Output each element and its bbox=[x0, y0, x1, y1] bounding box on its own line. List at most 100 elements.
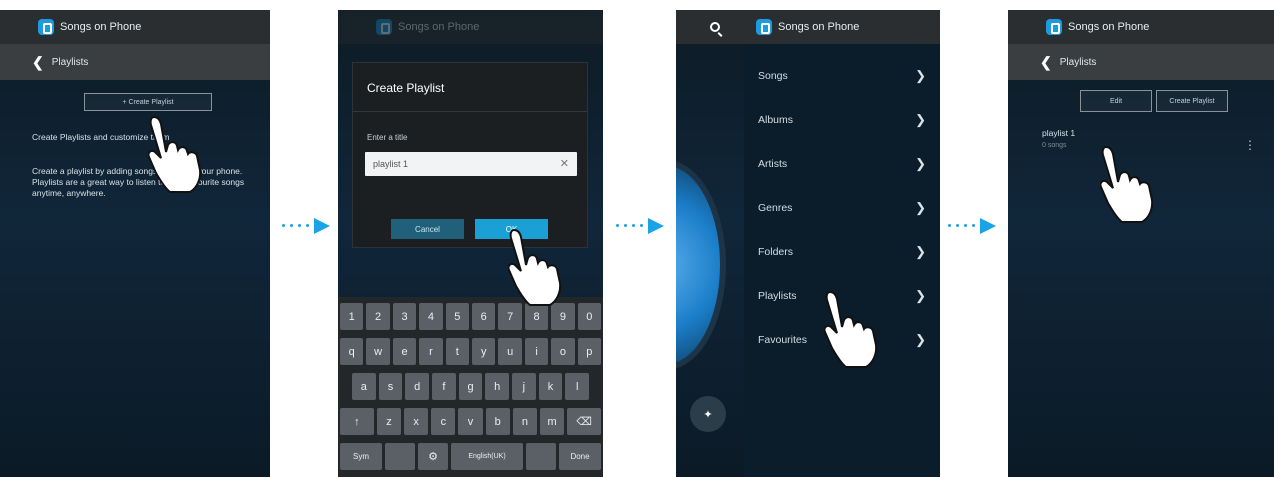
settings-key[interactable]: ⚙ bbox=[418, 443, 448, 470]
key[interactable]: 0 bbox=[577, 303, 602, 330]
menu-item-genres[interactable]: Genres ❯ bbox=[744, 186, 940, 230]
key[interactable]: 3 bbox=[392, 303, 417, 330]
step-arrow-icon bbox=[282, 218, 332, 234]
menu-item-folders[interactable]: Folders ❯ bbox=[744, 230, 940, 274]
app-header: Songs on Phone bbox=[676, 10, 940, 44]
chevron-right-icon: ❯ bbox=[915, 244, 926, 259]
soft-keyboard: 1 2 3 4 5 6 7 8 9 0 q w e r t y u i o p … bbox=[338, 297, 603, 477]
sym-key[interactable]: Sym bbox=[340, 443, 382, 470]
key[interactable]: 6 bbox=[472, 303, 496, 330]
menu-item-albums[interactable]: Albums ❯ bbox=[744, 98, 940, 142]
key[interactable]: n bbox=[512, 408, 537, 435]
playlist-name: playlist 1 bbox=[1042, 128, 1076, 138]
music-app-icon bbox=[756, 19, 772, 35]
back-label[interactable]: Playlists bbox=[1060, 57, 1097, 68]
music-app-icon bbox=[38, 19, 54, 35]
key[interactable]: 1 bbox=[340, 303, 364, 330]
key[interactable]: 5 bbox=[445, 303, 470, 330]
key[interactable]: v bbox=[458, 408, 483, 435]
back-bar[interactable]: ❮ Playlists bbox=[0, 44, 270, 80]
key[interactable]: u bbox=[498, 338, 522, 365]
app-title: Songs on Phone bbox=[398, 21, 480, 33]
cancel-button[interactable]: Cancel bbox=[391, 219, 464, 239]
key[interactable]: x bbox=[404, 408, 429, 435]
key[interactable]: 4 bbox=[419, 303, 443, 330]
chevron-right-icon: ❯ bbox=[915, 112, 926, 127]
key[interactable]: y bbox=[472, 338, 496, 365]
key[interactable]: i bbox=[524, 338, 549, 365]
key[interactable]: k bbox=[538, 373, 563, 400]
step-arrow-icon bbox=[948, 218, 998, 234]
more-options-icon[interactable]: ⋮ bbox=[1244, 138, 1256, 152]
empty-heading: Create Playlists and customize them bbox=[32, 132, 170, 142]
screen-playlist-list: Songs on Phone ❮ Playlists Edit Create P… bbox=[1008, 10, 1274, 477]
divider bbox=[353, 111, 587, 112]
album-disc bbox=[676, 160, 726, 370]
key[interactable]: e bbox=[392, 338, 417, 365]
menu-item-artists[interactable]: Artists ❯ bbox=[744, 142, 940, 186]
chevron-left-icon[interactable]: ❮ bbox=[32, 54, 44, 71]
title-input-value[interactable]: playlist 1 bbox=[373, 159, 408, 169]
chevron-right-icon: ❯ bbox=[915, 332, 926, 347]
dialog-title: Create Playlist bbox=[367, 81, 445, 95]
create-playlist-dialog: Create Playlist Enter a title playlist 1… bbox=[352, 62, 588, 248]
app-title: Songs on Phone bbox=[778, 21, 860, 33]
key[interactable]: d bbox=[405, 373, 430, 400]
key[interactable]: h bbox=[485, 373, 510, 400]
chevron-left-icon[interactable]: ❮ bbox=[1040, 54, 1052, 71]
key[interactable]: q bbox=[340, 338, 364, 365]
menu-item-label: Playlists bbox=[758, 290, 797, 302]
key[interactable]: c bbox=[431, 408, 456, 435]
chevron-right-icon: ❯ bbox=[915, 200, 926, 215]
tap-hand-icon bbox=[508, 228, 562, 306]
key[interactable]: a bbox=[352, 373, 376, 400]
tap-hand-icon bbox=[1100, 145, 1154, 223]
key[interactable]: o bbox=[551, 338, 575, 365]
shuffle-icon[interactable]: ✦ bbox=[690, 396, 726, 432]
key[interactable]: 2 bbox=[366, 303, 390, 330]
key[interactable]: s bbox=[378, 373, 403, 400]
menu-item-songs[interactable]: Songs ❯ bbox=[744, 54, 940, 98]
playlist-meta: 0 songs bbox=[1042, 142, 1067, 149]
back-bar[interactable]: ❮ Playlists bbox=[1008, 44, 1274, 80]
menu-item-label: Favourites bbox=[758, 334, 808, 346]
key[interactable]: z bbox=[376, 408, 402, 435]
key[interactable]: l bbox=[565, 373, 590, 400]
library-menu: Songs ❯ Albums ❯ Artists ❯ Genres ❯ Folders ❯… bbox=[744, 44, 940, 477]
search-icon[interactable] bbox=[710, 22, 720, 32]
done-key[interactable]: Done bbox=[559, 443, 601, 470]
key[interactable]: b bbox=[485, 408, 510, 435]
music-app-icon bbox=[376, 19, 392, 35]
back-label[interactable]: Playlists bbox=[52, 57, 89, 68]
key[interactable]: t bbox=[445, 338, 470, 365]
title-label: Enter a title bbox=[367, 133, 408, 142]
menu-item-label: Artists bbox=[758, 158, 788, 170]
key[interactable]: w bbox=[366, 338, 390, 365]
key[interactable] bbox=[385, 443, 415, 470]
key[interactable]: r bbox=[419, 338, 443, 365]
clear-icon[interactable]: ✕ bbox=[560, 157, 569, 170]
create-playlist-button[interactable]: + Create Playlist bbox=[84, 93, 212, 111]
title-input[interactable]: playlist 1 ✕ bbox=[365, 152, 577, 176]
space-key[interactable]: English(UK) bbox=[451, 443, 523, 470]
menu-item-label: Folders bbox=[758, 246, 794, 258]
key[interactable]: f bbox=[432, 373, 456, 400]
app-header: Songs on Phone bbox=[338, 10, 603, 44]
key[interactable]: m bbox=[539, 408, 565, 435]
menu-item-label: Songs bbox=[758, 70, 788, 82]
create-playlist-button[interactable]: Create Playlist bbox=[1156, 90, 1228, 112]
app-title: Songs on Phone bbox=[1068, 21, 1150, 33]
screen-create-dialog: Songs on Phone Create Playlist Enter a t… bbox=[338, 10, 603, 477]
backspace-key[interactable]: ⌫ bbox=[567, 408, 602, 435]
screen-empty-playlists: Songs on Phone ❮ Playlists + Create Play… bbox=[0, 10, 270, 477]
menu-item-label: Genres bbox=[758, 202, 793, 214]
edit-button[interactable]: Edit bbox=[1080, 90, 1152, 112]
key[interactable] bbox=[526, 443, 556, 470]
shift-key[interactable]: ↑ bbox=[340, 408, 374, 435]
key[interactable]: j bbox=[512, 373, 536, 400]
app-title: Songs on Phone bbox=[60, 21, 142, 33]
key[interactable]: g bbox=[458, 373, 483, 400]
key[interactable]: p bbox=[577, 338, 602, 365]
menu-item-label: Albums bbox=[758, 114, 794, 126]
music-app-icon bbox=[1046, 19, 1062, 35]
